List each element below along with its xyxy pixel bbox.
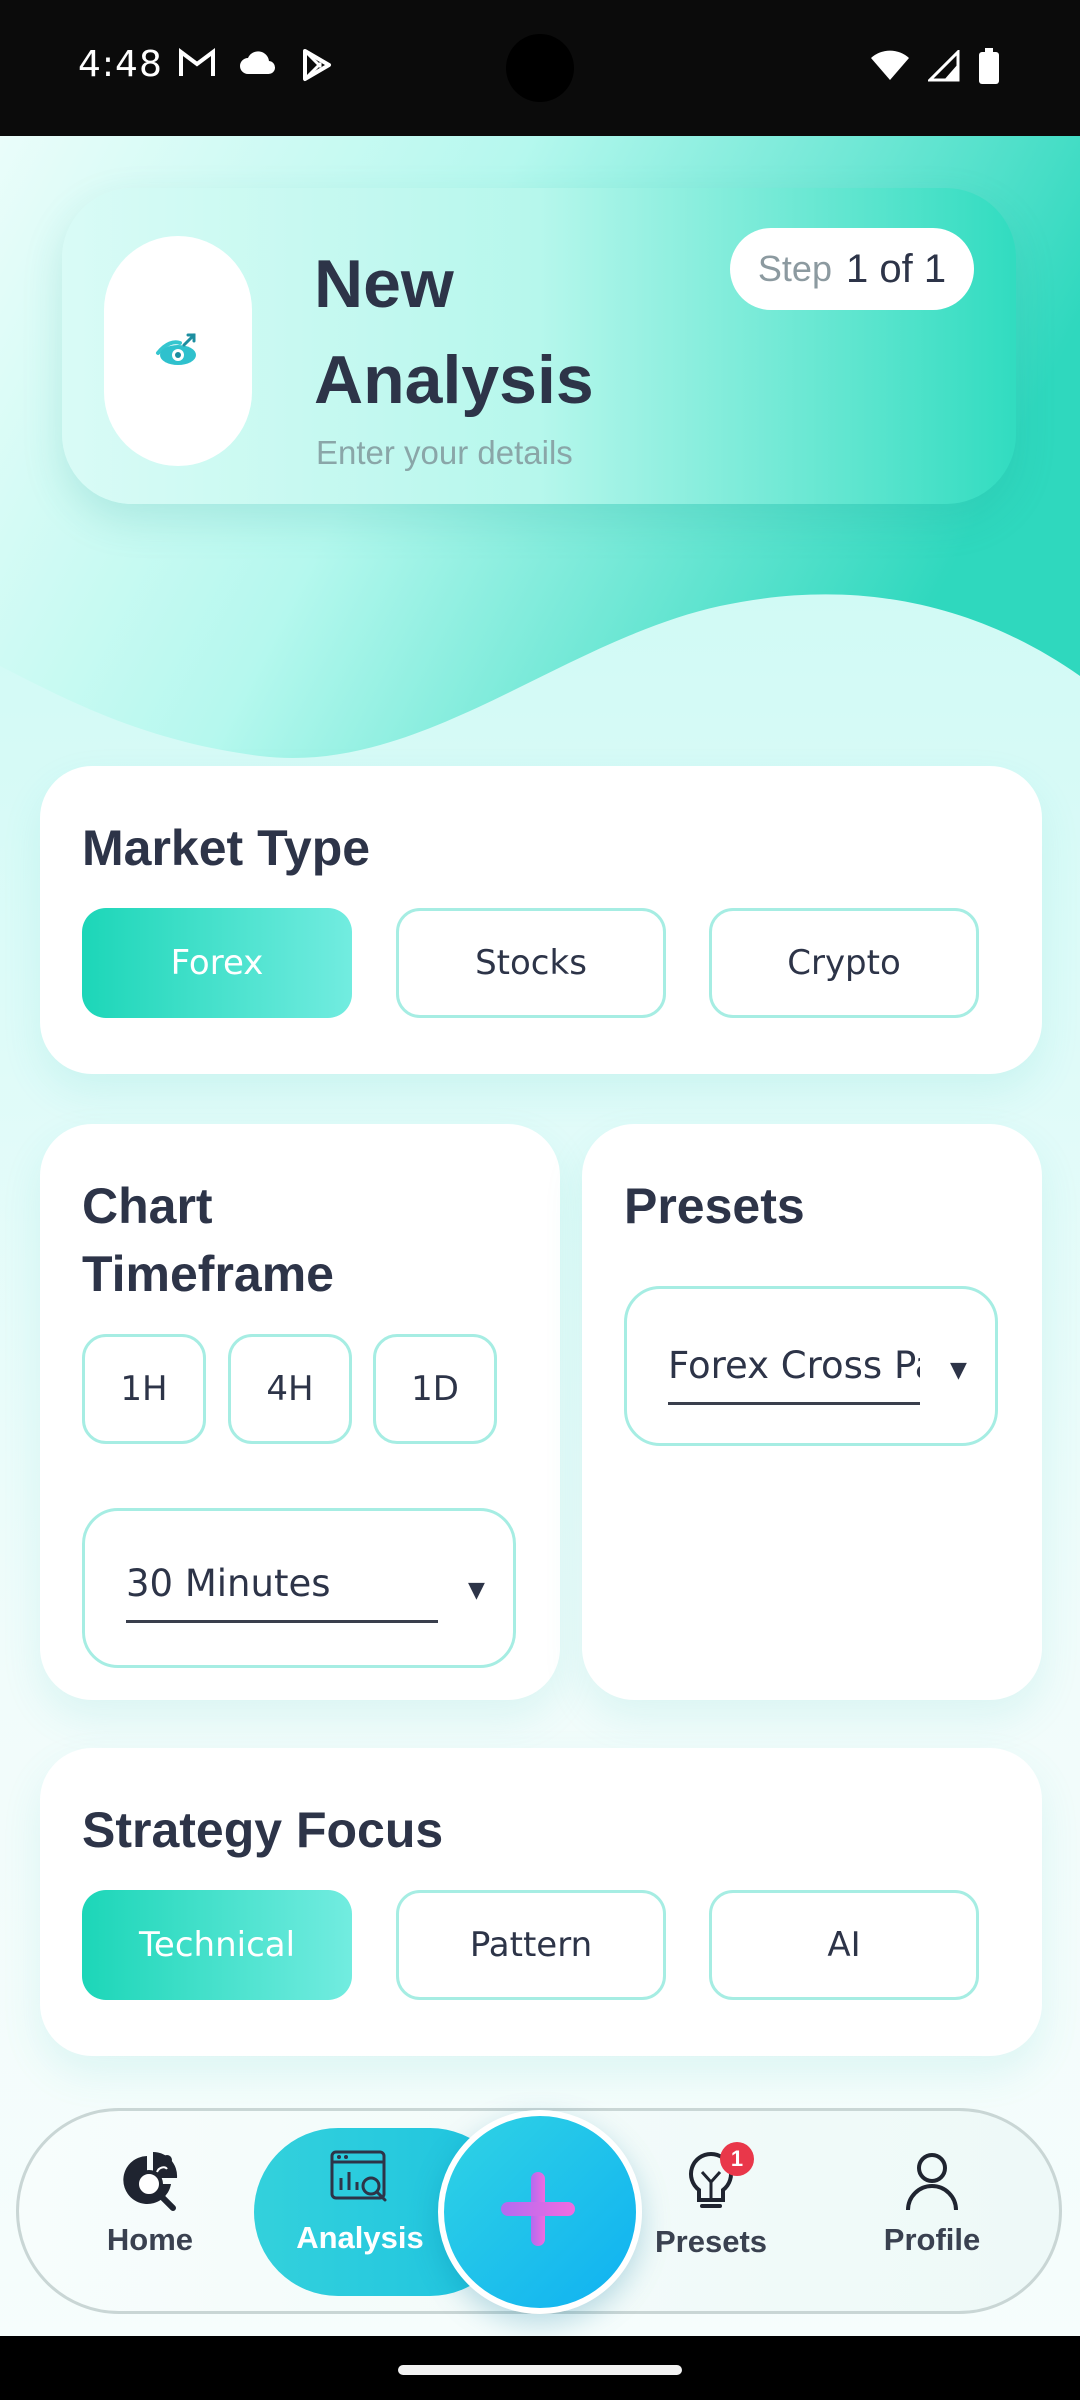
market-option-forex[interactable]: Forex: [82, 908, 352, 1018]
status-left-icons: [178, 48, 334, 82]
chart-timeframe-title: Chart Timeframe: [82, 1178, 334, 1302]
status-right-icons: [870, 48, 1000, 84]
chevron-down-icon[interactable]: ▼: [950, 1358, 967, 1383]
market-option-stocks[interactable]: Stocks: [396, 908, 666, 1018]
presets-title: Presets: [624, 1178, 805, 1234]
timeframe-dropdown-underline: [126, 1620, 438, 1623]
strategy-focus-title: Strategy Focus: [82, 1802, 444, 1858]
nav-profile-label: Profile: [883, 2222, 981, 2257]
step-indicator: Step 1 of 1: [730, 228, 974, 310]
strategy-option-pattern[interactable]: Pattern: [396, 1890, 666, 2000]
presets-notification-badge: 1: [720, 2142, 754, 2176]
home-analytics-icon: [123, 2151, 178, 2211]
profile-icon: [906, 2153, 958, 2211]
analysis-icon: [330, 2150, 387, 2202]
nav-analysis-label: Analysis: [296, 2220, 424, 2255]
header-avatar: [104, 236, 252, 466]
add-analysis-button[interactable]: [438, 2110, 642, 2314]
plus-icon: [501, 2172, 575, 2246]
nav-home[interactable]: Home: [96, 2150, 204, 2258]
status-bar: 4:48: [0, 0, 1080, 136]
signal-icon: [928, 50, 960, 82]
chevron-down-icon[interactable]: ▼: [468, 1578, 485, 1603]
nav-analysis[interactable]: Analysis: [290, 2148, 430, 2256]
nav-presets-label: Presets: [654, 2224, 768, 2259]
step-value: 1 of 1: [845, 246, 947, 291]
strategy-option-technical[interactable]: Technical: [82, 1890, 352, 2000]
timeframe-option-1h[interactable]: 1H: [82, 1334, 206, 1444]
market-type-title: Market Type: [82, 820, 371, 876]
strategy-option-ai[interactable]: AI: [709, 1890, 979, 2000]
timeframe-option-1d[interactable]: 1D: [373, 1334, 497, 1444]
page-subtitle: Enter your details: [316, 434, 573, 471]
eye-analysis-icon: [156, 333, 196, 365]
status-time: 4:48: [78, 44, 163, 85]
presets-dropdown-underline: [668, 1402, 920, 1405]
timeframe-option-4h[interactable]: 4H: [228, 1334, 352, 1444]
play-store-icon: [303, 49, 331, 81]
nav-home-label: Home: [106, 2222, 194, 2257]
market-option-crypto[interactable]: Crypto: [709, 908, 979, 1018]
camera-cutout: [506, 34, 574, 102]
page-title: New Analysis: [314, 246, 594, 418]
home-gesture-handle[interactable]: [398, 2365, 682, 2375]
wifi-icon: [871, 50, 909, 80]
timeframe-dropdown-value: 30 Minutes: [126, 1562, 331, 1605]
cloud-icon: [240, 51, 276, 75]
nav-presets[interactable]: Presets: [648, 2150, 774, 2260]
presets-dropdown-value: Forex Cross Pa: [668, 1344, 920, 1387]
step-label: Step: [757, 248, 832, 289]
nav-profile[interactable]: Profile: [874, 2150, 990, 2258]
battery-icon: [979, 48, 999, 84]
gmail-icon: [179, 48, 215, 76]
